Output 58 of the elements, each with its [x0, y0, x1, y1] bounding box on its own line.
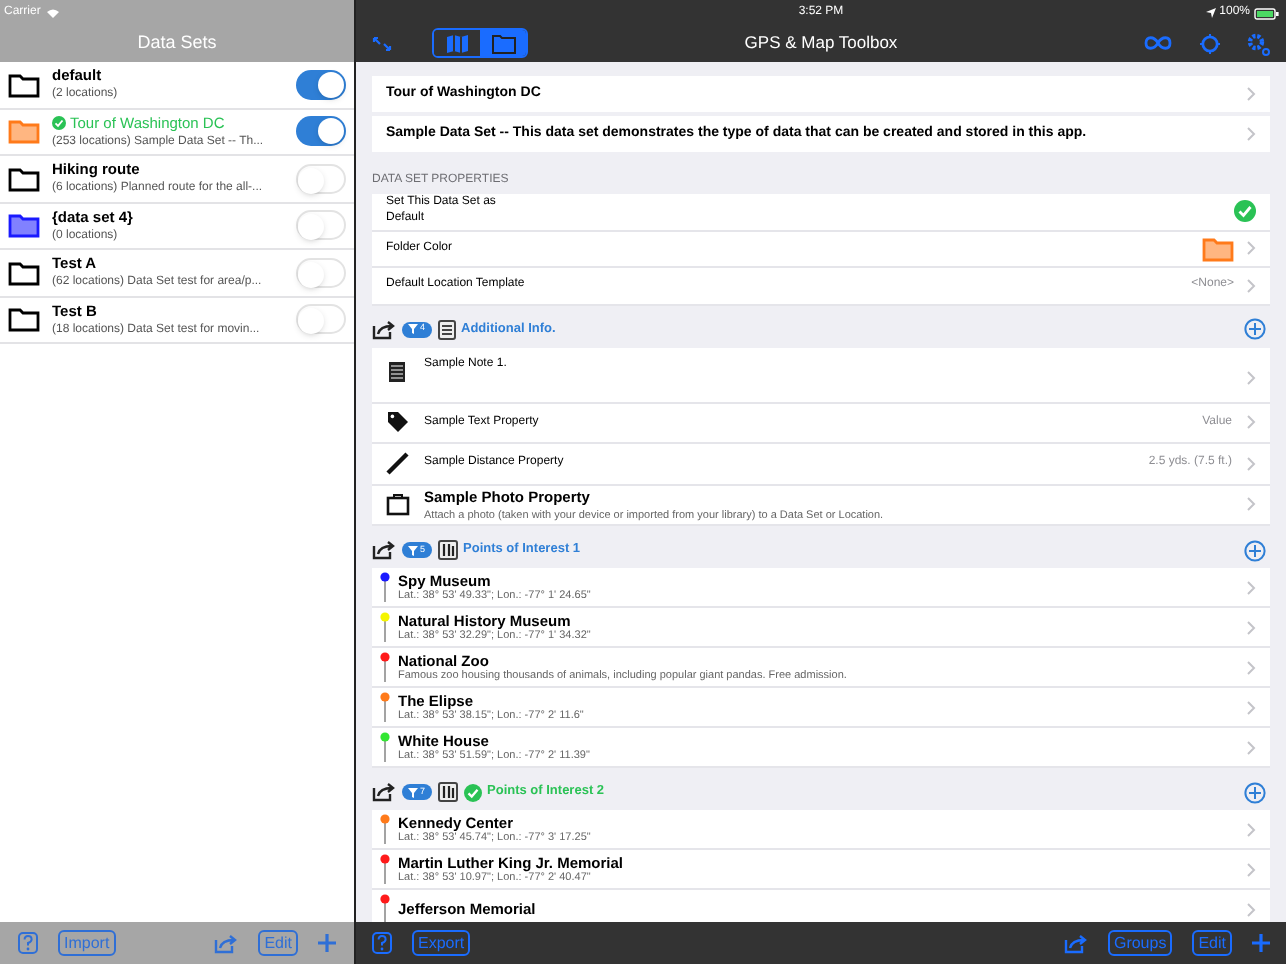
- battery-icon: [1254, 7, 1280, 19]
- view-tab[interactable]: [480, 30, 526, 56]
- photo-frame-icon: [386, 492, 410, 517]
- toggle-switch[interactable]: [296, 257, 346, 288]
- toggle-switch[interactable]: [296, 163, 346, 194]
- chevron-icon: [1246, 821, 1256, 837]
- chevron-icon: [1246, 496, 1256, 513]
- ruler-icon: [386, 451, 410, 476]
- chevron-icon: [1246, 619, 1256, 635]
- filter-icon: [408, 324, 418, 334]
- filter-icon: [408, 545, 418, 555]
- chevron-icon: [1246, 699, 1256, 715]
- add-icon: [318, 934, 336, 952]
- chevron-icon: [1246, 901, 1256, 917]
- toggle-switch[interactable]: [296, 304, 346, 335]
- add-circle-icon: [1244, 781, 1266, 803]
- chevron-icon: [1246, 126, 1256, 142]
- share-icon: [1063, 933, 1088, 953]
- panel-title: Data Sets: [137, 29, 217, 56]
- toggle-switch[interactable]: [296, 210, 346, 241]
- add-icon: [1252, 934, 1270, 952]
- checkmark-icon: [463, 783, 482, 801]
- note-icon: [386, 359, 410, 383]
- tag-icon: [386, 410, 410, 435]
- share-icon: [372, 540, 396, 560]
- chevron-icon: [1246, 579, 1256, 595]
- share-icon: [372, 782, 396, 802]
- chevron-icon: [1246, 369, 1256, 385]
- app-title: GPS & Map Toolbox: [744, 30, 898, 56]
- list-icon: [437, 319, 456, 339]
- chevron-icon: [1246, 861, 1256, 877]
- pins-icon: [437, 540, 458, 560]
- share-icon: [372, 319, 396, 339]
- chevron-icon: [1246, 86, 1256, 102]
- help-icon: [372, 932, 392, 954]
- add-circle-icon: [1244, 318, 1266, 340]
- expand-icon: [372, 35, 392, 51]
- view-switcher[interactable]: [432, 28, 528, 58]
- pins-icon: [437, 782, 458, 802]
- chevron-icon: [1246, 739, 1256, 755]
- map-icon: [445, 33, 469, 53]
- chevron-icon: [1246, 414, 1256, 431]
- chevron-icon: [1246, 455, 1256, 472]
- location-arrow-icon: [1205, 8, 1216, 18]
- help-icon: [18, 932, 38, 954]
- share-icon: [214, 933, 239, 953]
- filter-icon: [408, 787, 418, 797]
- settings-icon: [1246, 31, 1270, 55]
- toggle-switch[interactable]: [296, 69, 346, 100]
- chevron-icon: [1246, 240, 1256, 257]
- chevron-icon: [1246, 277, 1256, 294]
- wifi-icon: [46, 7, 61, 17]
- toggle-switch[interactable]: [296, 116, 346, 147]
- add-circle-icon: [1244, 539, 1266, 561]
- chevron-icon: [1246, 659, 1256, 675]
- target-icon: [1200, 33, 1220, 53]
- sync-icon: [1144, 34, 1172, 52]
- folder-icon: [491, 33, 515, 53]
